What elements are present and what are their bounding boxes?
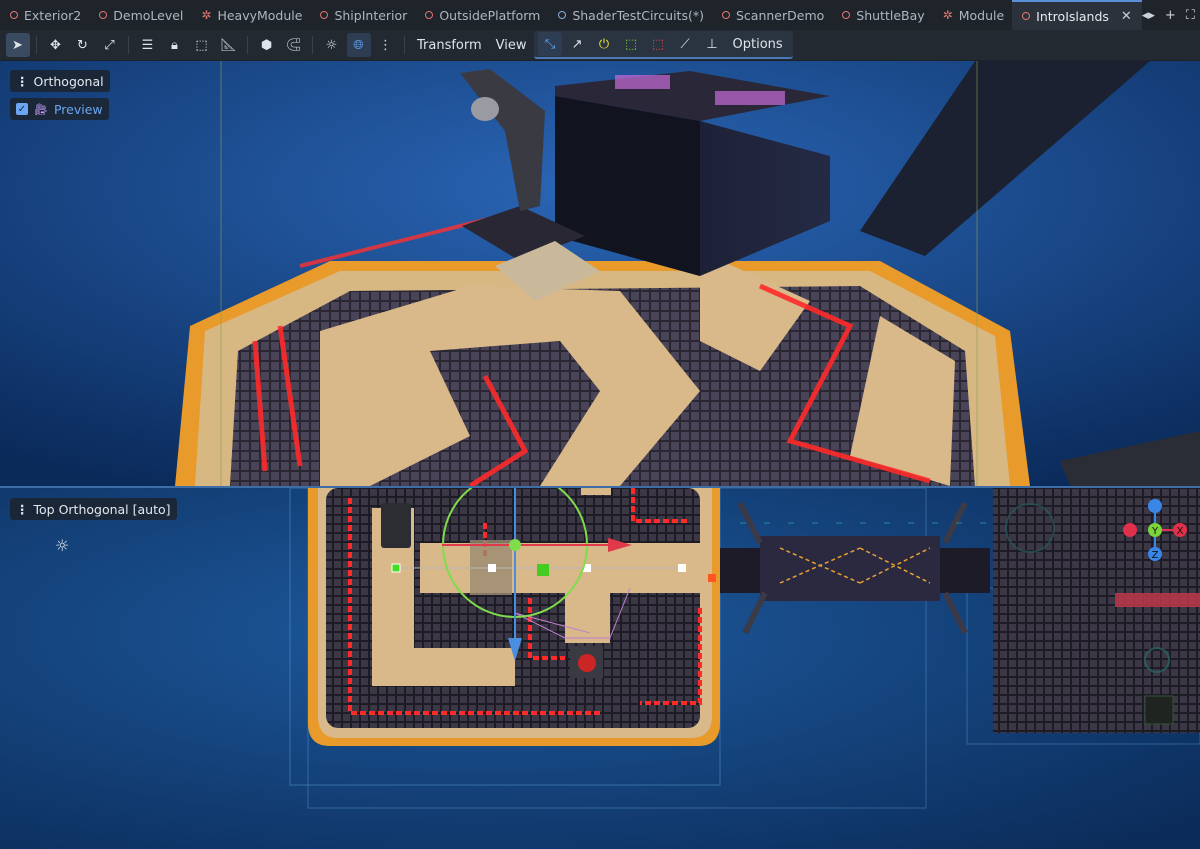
tab-outsideplatform[interactable]: OutsidePlatform <box>415 0 548 30</box>
tab-module[interactable]: ✲ Module <box>933 0 1013 30</box>
kebab-menu-icon: ⋮ <box>16 501 28 517</box>
separator <box>312 36 313 54</box>
separator <box>36 36 37 54</box>
kebab-menu-icon: ⋮ <box>16 73 28 89</box>
select-control-points-icon[interactable]: ↗ <box>565 32 589 56</box>
tab-shadertestcircuits[interactable]: ShaderTestCircuits(*) <box>548 0 712 30</box>
scale-mode-icon[interactable]: ⤢ <box>98 33 122 57</box>
tab-shuttlebay[interactable]: ShuttleBay <box>832 0 932 30</box>
path-point-selected <box>537 564 549 576</box>
lamp-head <box>471 97 499 121</box>
rotate-mode-icon[interactable]: ↻ <box>71 33 95 57</box>
move-mode-icon[interactable]: ✥ <box>44 33 68 57</box>
scene-icon <box>842 11 851 19</box>
tab-demolevel[interactable]: DemoLevel <box>89 0 191 30</box>
select-mode-icon[interactable]: ➤ <box>5 33 30 57</box>
preview-checkbox[interactable]: ✓ <box>16 103 28 115</box>
tab-shipinterior[interactable]: ShipInterior <box>310 0 415 30</box>
viewport-toolbar: ➤ ✥ ↻ ⤢ ☰ 🔒︎ ⬚ 📐︎ ⬢ 🧲︎ ☼ 🌐︎ ⋮ Transform … <box>0 30 1200 60</box>
ruler-icon[interactable]: 📐︎ <box>217 33 241 57</box>
camera-icon: 🎥︎ <box>34 102 48 116</box>
path-point <box>488 564 496 572</box>
gizmo-center <box>509 539 521 551</box>
insert-point-icon[interactable]: ⬚ <box>619 32 643 56</box>
close-curve-icon[interactable]: ⟋ <box>673 32 697 56</box>
path-point <box>678 564 686 572</box>
snap-icon[interactable]: 🧲︎ <box>282 33 306 57</box>
path-point <box>391 563 401 573</box>
more-options-icon[interactable]: ⋮ <box>374 33 398 57</box>
scene-icon <box>99 11 108 19</box>
delete-point-icon[interactable]: ⬚ <box>646 32 670 56</box>
terminal-top <box>381 503 411 548</box>
scene-icon <box>10 11 18 19</box>
distraction-free-icon[interactable]: ⛶ <box>1186 8 1195 23</box>
cube-glow-panel <box>715 91 785 105</box>
scene-tab-bar: Exterior2 DemoLevel ✲ HeavyModule ShipInt… <box>0 0 1200 31</box>
tab-heavymodule[interactable]: ✲ HeavyModule <box>191 0 310 30</box>
scene-render-bottom <box>0 488 1200 849</box>
gizmo-label-y: Y <box>1151 526 1159 537</box>
sun-preview-icon[interactable]: ☼ <box>320 33 344 57</box>
transform-menu[interactable]: Transform <box>410 38 489 53</box>
sand-path-top <box>581 488 611 495</box>
view-menu[interactable]: View <box>489 38 534 53</box>
scene-icon <box>721 11 730 19</box>
scene-icon <box>1022 12 1031 20</box>
gizmo-ball-x-neg <box>1123 523 1137 537</box>
select-points-icon[interactable]: ⤡ <box>538 32 563 56</box>
tab-introislands[interactable]: IntroIslands ✕ <box>1012 0 1142 30</box>
red-button <box>578 654 596 672</box>
path-point-end <box>708 574 716 582</box>
separator <box>247 36 248 54</box>
scene-icon <box>425 11 434 19</box>
add-point-icon[interactable]: ⏻ <box>592 32 616 56</box>
grid-marker <box>1144 695 1174 725</box>
bridge-deck <box>760 536 940 601</box>
gizmo-ball-z-pos <box>1148 499 1162 513</box>
scroll-tabs-icon[interactable]: ◂▸ <box>1142 8 1155 23</box>
close-icon[interactable]: ✕ <box>1121 9 1132 24</box>
options-menu[interactable]: Options <box>726 37 790 52</box>
viewport-menu-top-orthogonal[interactable]: ⋮ Top Orthogonal [auto] <box>10 498 177 520</box>
cube-glow-panel <box>615 75 670 89</box>
tab-controls: ◂▸ + ⛶ <box>1142 8 1200 23</box>
environment-preview-icon[interactable]: 🌐︎ <box>346 33 371 57</box>
scene-icon-blue <box>558 11 567 19</box>
list-select-icon[interactable]: ☰ <box>136 33 160 57</box>
gizmo-label-x: X <box>1177 526 1184 537</box>
sun-icon: ☼ <box>55 536 70 555</box>
right-neon-bar <box>1115 593 1200 607</box>
mirror-handles-icon[interactable]: ⊥ <box>700 32 724 56</box>
viewport-top-orthogonal[interactable]: ⋮ Top Orthogonal [auto] ☼ X Y Z <box>0 488 1200 849</box>
node-icon: ✲ <box>201 8 212 22</box>
group-icon[interactable]: ⬚ <box>190 33 214 57</box>
tab-scannerdemo[interactable]: ScannerDemo <box>712 0 832 30</box>
node-icon: ✲ <box>942 8 953 22</box>
add-tab-icon[interactable]: + <box>1165 8 1176 23</box>
separator <box>404 36 405 54</box>
viewport-orthogonal[interactable]: ⋮ Orthogonal ✓ 🎥︎ Preview <box>0 61 1200 486</box>
scene-render-top <box>0 61 1200 486</box>
sand-path-bottom <box>372 648 515 686</box>
scene-icon <box>320 11 329 19</box>
viewport-menu-orthogonal[interactable]: ⋮ Orthogonal <box>10 70 110 92</box>
local-space-icon[interactable]: ⬢ <box>255 33 279 57</box>
lock-icon[interactable]: 🔒︎ <box>163 33 187 57</box>
tab-exterior2[interactable]: Exterior2 <box>0 0 89 30</box>
camera-preview-toggle[interactable]: ✓ 🎥︎ Preview <box>10 98 109 120</box>
path-plugin-toolbar: ⤡ ↗ ⏻ ⬚ ⬚ ⟋ ⊥ Options <box>533 31 793 59</box>
separator <box>128 36 129 54</box>
gizmo-label-z: Z <box>1152 550 1159 561</box>
orientation-gizmo[interactable]: X Y Z <box>1120 496 1200 576</box>
